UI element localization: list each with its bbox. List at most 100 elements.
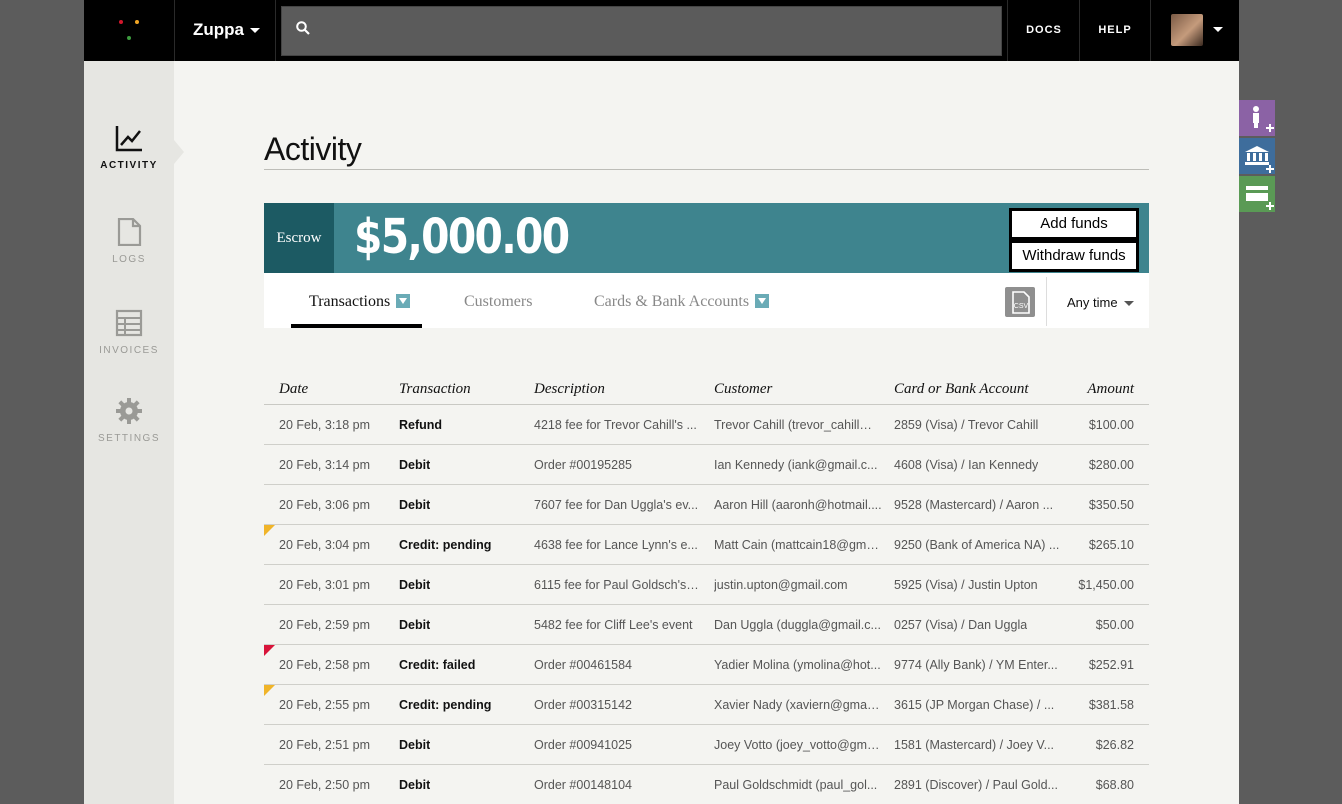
- table-row[interactable]: 20 Feb, 3:14 pm Debit Order #00195285 Ian K…: [264, 445, 1149, 485]
- cell-account: 5925 (Visa) / Justin Upton: [894, 578, 1038, 592]
- user-menu[interactable]: [1150, 0, 1239, 61]
- cell-amount: $26.82: [1095, 738, 1134, 752]
- add-funds-button[interactable]: Add funds: [1009, 208, 1139, 240]
- chevron-down-icon[interactable]: [396, 294, 411, 309]
- cell-date: 20 Feb, 3:01 pm: [279, 578, 371, 592]
- pending-flag-icon: [264, 525, 275, 536]
- column-header-transaction[interactable]: Transaction: [399, 381, 471, 398]
- add-bank-account-button[interactable]: [1239, 138, 1275, 174]
- time-filter-label: Any time: [1067, 295, 1118, 310]
- cell-date: 20 Feb, 2:59 pm: [279, 618, 371, 632]
- logo-dot-yellow: [135, 20, 139, 24]
- cell-account: 2859 (Visa) / Trevor Cahill: [894, 418, 1039, 432]
- chevron-down-icon: [250, 28, 260, 34]
- cell-amount: $50.00: [1095, 618, 1134, 632]
- csv-export-button[interactable]: CSV: [1005, 287, 1035, 317]
- withdraw-funds-button[interactable]: Withdraw funds: [1009, 240, 1139, 272]
- cell-date: 20 Feb, 3:18 pm: [279, 418, 371, 432]
- csv-label: CSV: [1014, 303, 1029, 310]
- add-customer-button[interactable]: [1239, 100, 1275, 136]
- cell-transaction: Credit: pending: [399, 698, 492, 712]
- table-row[interactable]: 20 Feb, 2:50 pm Debit Order #00148104 Paul …: [264, 765, 1149, 804]
- table-row[interactable]: 20 Feb, 2:58 pm Credit: failed Order #0046…: [264, 645, 1149, 685]
- column-header-amount[interactable]: Amount: [1087, 381, 1134, 398]
- cell-transaction: Debit: [399, 498, 431, 512]
- avatar: [1171, 14, 1203, 46]
- cell-date: 20 Feb, 2:55 pm: [279, 698, 371, 712]
- sidebar-item-activity[interactable]: ACTIVITY: [84, 124, 174, 171]
- cell-date: 20 Feb, 2:58 pm: [279, 658, 371, 672]
- cell-transaction: Credit: failed: [399, 658, 476, 672]
- cell-account: 3615 (JP Morgan Chase) / ...: [894, 698, 1055, 712]
- search-box[interactable]: [281, 6, 1002, 56]
- divider: [1046, 277, 1047, 326]
- column-header-account[interactable]: Card or Bank Account: [894, 381, 1029, 398]
- tab-cards-bank-accounts[interactable]: Cards & Bank Accounts: [594, 273, 770, 328]
- table-row[interactable]: 20 Feb, 3:01 pm Debit 6115 fee for Paul Go…: [264, 565, 1149, 605]
- sidebar-item-label: LOGS: [112, 254, 146, 265]
- sidebar-item-label: ACTIVITY: [100, 160, 158, 171]
- invoice-icon: [115, 309, 143, 337]
- table-row[interactable]: 20 Feb, 3:04 pm Credit: pending 4638 fee f…: [264, 525, 1149, 565]
- sidebar-item-settings[interactable]: SETTINGS: [84, 397, 174, 444]
- title-divider: [264, 169, 1149, 170]
- sidebar-item-label: INVOICES: [99, 345, 159, 356]
- column-header-description[interactable]: Description: [534, 381, 605, 398]
- add-card-button[interactable]: [1239, 176, 1275, 212]
- page-title: Activity: [264, 131, 362, 167]
- sidebar-item-invoices[interactable]: INVOICES: [84, 309, 174, 356]
- tab-transactions[interactable]: Transactions: [309, 273, 411, 328]
- escrow-banner: Escrow $5,000.00 Add funds Withdraw fund…: [264, 203, 1149, 273]
- gear-icon: [116, 398, 142, 424]
- docs-link[interactable]: DOCS: [1007, 0, 1080, 61]
- cell-transaction: Credit: pending: [399, 538, 492, 552]
- tab-customers[interactable]: Customers: [464, 273, 532, 328]
- cell-amount: $1,450.00: [1078, 578, 1134, 592]
- time-filter-dropdown[interactable]: Any time: [1067, 273, 1134, 333]
- cell-description: Order #00148104: [534, 778, 632, 792]
- table-header: Date Transaction Description Customer Ca…: [264, 381, 1149, 405]
- cell-transaction: Debit: [399, 578, 431, 592]
- pending-flag-icon: [264, 685, 275, 696]
- cell-transaction: Refund: [399, 418, 443, 432]
- cell-customer: Trevor Cahill (trevor_cahill@...: [714, 418, 882, 432]
- cell-date: 20 Feb, 2:51 pm: [279, 738, 371, 752]
- chevron-down-icon: [1123, 301, 1134, 307]
- cell-account: 9528 (Mastercard) / Aaron ...: [894, 498, 1054, 512]
- cell-date: 20 Feb, 3:04 pm: [279, 538, 371, 552]
- cell-transaction: Debit: [399, 458, 431, 472]
- column-header-date[interactable]: Date: [279, 381, 308, 398]
- cell-customer: Ian Kennedy (iank@gmail.c...: [714, 458, 878, 472]
- cell-description: Order #00195285: [534, 458, 632, 472]
- brand-switcher[interactable]: Zuppa: [175, 0, 276, 61]
- cell-description: 6115 fee for Paul Goldsch's ...: [534, 578, 699, 592]
- cell-amount: $100.00: [1088, 418, 1134, 432]
- search-input[interactable]: [326, 17, 990, 47]
- cell-account: 9774 (Ally Bank) / YM Enter...: [894, 658, 1058, 672]
- cell-description: Order #00315142: [534, 698, 632, 712]
- table-row[interactable]: 20 Feb, 2:55 pm Credit: pending Order #003…: [264, 685, 1149, 725]
- brand-name: Zuppa: [193, 20, 244, 39]
- cell-amount: $68.80: [1095, 778, 1134, 792]
- bank-add-icon: [1245, 146, 1274, 173]
- card-add-icon: [1246, 186, 1274, 210]
- table-row[interactable]: 20 Feb, 3:18 pm Refund 4218 fee for Trevor…: [264, 405, 1149, 445]
- cell-transaction: Debit: [399, 778, 431, 792]
- cell-customer: Dan Uggla (duggla@gmail.c...: [714, 618, 881, 632]
- cell-amount: $350.50: [1088, 498, 1134, 512]
- table-row[interactable]: 20 Feb, 3:06 pm Debit 7607 fee for Dan Ugg…: [264, 485, 1149, 525]
- chevron-down-icon[interactable]: [755, 294, 770, 309]
- help-link[interactable]: HELP: [1079, 0, 1150, 61]
- column-header-customer[interactable]: Customer: [714, 381, 772, 398]
- logo[interactable]: [84, 0, 175, 61]
- cell-customer: Joey Votto (joey_votto@gma...: [714, 738, 882, 752]
- active-pointer: [174, 140, 184, 164]
- cell-amount: $381.58: [1088, 698, 1134, 712]
- table-row[interactable]: 20 Feb, 2:51 pm Debit Order #00941025 Joey …: [264, 725, 1149, 765]
- tab-label: Cards & Bank Accounts: [594, 293, 750, 310]
- sidebar-item-logs[interactable]: LOGS: [84, 218, 174, 265]
- table-row[interactable]: 20 Feb, 2:59 pm Debit 5482 fee for Cliff L…: [264, 605, 1149, 645]
- cell-date: 20 Feb, 3:14 pm: [279, 458, 371, 472]
- chevron-down-icon: [1213, 27, 1223, 32]
- cell-account: 4608 (Visa) / Ian Kennedy: [894, 458, 1039, 472]
